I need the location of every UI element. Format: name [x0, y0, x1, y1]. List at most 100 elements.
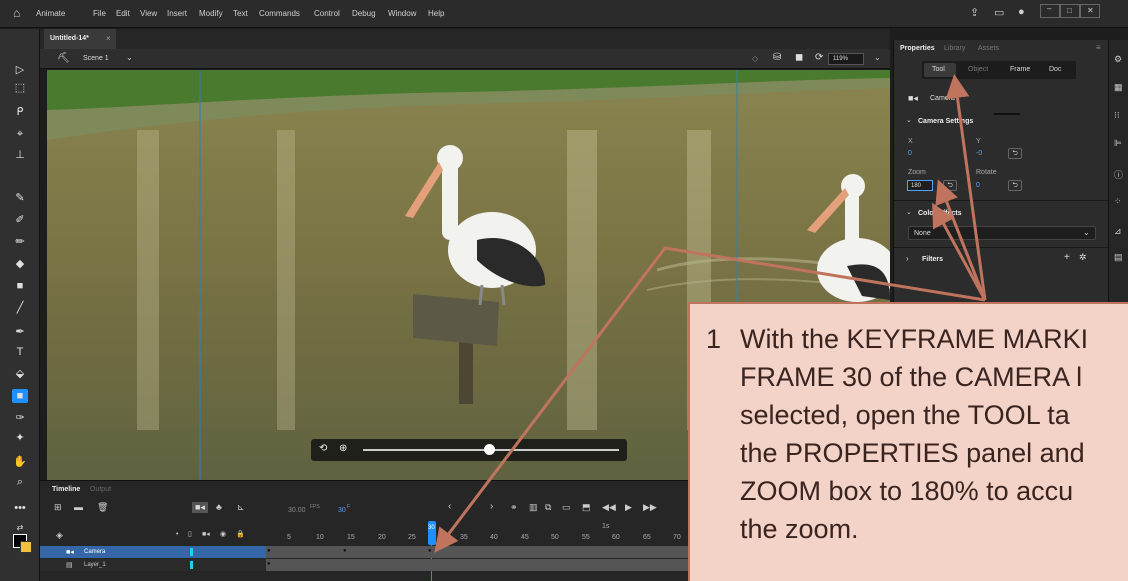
menu-insert[interactable]: Insert: [167, 9, 187, 18]
x-value[interactable]: 0: [908, 150, 912, 157]
visibility-icon[interactable]: ◉: [220, 530, 226, 538]
library-icon[interactable]: ⚙: [1114, 54, 1122, 65]
insert-frame-icon[interactable]: ⬒: [582, 502, 591, 513]
add-filter-icon[interactable]: +: [1064, 252, 1070, 263]
highlight-layers-icon[interactable]: •: [176, 531, 178, 538]
chevron-right-icon[interactable]: ›: [906, 254, 909, 263]
align-icon[interactable]: ⊫: [1114, 138, 1122, 149]
menu-window[interactable]: Window: [388, 9, 416, 18]
reset-rotate-icon[interactable]: ⮌: [1008, 180, 1022, 191]
assets-tab[interactable]: Assets: [978, 45, 999, 52]
menu-edit[interactable]: Edit: [116, 9, 130, 18]
delete-layer-icon[interactable]: 🗑: [97, 502, 108, 513]
lasso-tool-icon[interactable]: ᑭ: [12, 105, 28, 119]
new-layer-icon[interactable]: ⊞: [54, 502, 62, 513]
playhead[interactable]: 30: [428, 521, 436, 545]
chevron-down-icon[interactable]: ⌄: [906, 208, 912, 216]
prev-keyframe-icon[interactable]: ‹: [448, 501, 451, 512]
y-value[interactable]: -0: [976, 150, 982, 157]
assets-icon[interactable]: ▦: [1114, 82, 1123, 93]
home-icon[interactable]: ⌂: [13, 6, 20, 20]
bone-tool-icon[interactable]: ⊥: [12, 148, 28, 162]
frame-subtab[interactable]: Frame: [1010, 66, 1030, 73]
output-tab[interactable]: Output: [90, 486, 111, 493]
transform-tool-icon[interactable]: ⌖: [12, 127, 28, 141]
workspace-icon[interactable]: ▭: [994, 6, 1004, 19]
edit-multiple-icon[interactable]: ▥: [529, 502, 538, 513]
close-window-button[interactable]: ✕: [1080, 4, 1100, 18]
menu-view[interactable]: View: [140, 9, 157, 18]
minimize-button[interactable]: –: [1040, 4, 1060, 18]
paint-brush-icon[interactable]: ✐: [12, 213, 28, 227]
chevron-down-icon[interactable]: ⌄: [126, 53, 133, 62]
step-back-icon[interactable]: ◀◀: [602, 502, 616, 513]
subselection-tool-icon[interactable]: ⬚: [12, 81, 28, 95]
swap-colors-icon[interactable]: ⇄: [12, 521, 28, 535]
more-tools-icon[interactable]: •••: [12, 501, 28, 515]
color-effect-select[interactable]: None ⌄: [908, 226, 1096, 240]
tool-subtab[interactable]: Tool: [932, 66, 945, 73]
document-tab[interactable]: Untitled-14* ×: [44, 29, 116, 49]
brush-tool-icon[interactable]: ✎: [12, 191, 28, 205]
menu-modify[interactable]: Modify: [199, 9, 223, 18]
camera-toggle-icon[interactable]: ■◂: [192, 502, 208, 513]
layer-row-camera[interactable]: ■◂ Camera ● ● ●: [40, 546, 690, 558]
slider-thumb[interactable]: [484, 444, 495, 455]
camera-layer-icon[interactable]: ■◂: [202, 530, 210, 538]
keyframe-marker[interactable]: ●: [343, 548, 347, 554]
new-folder-icon[interactable]: ▬: [74, 502, 83, 512]
pen-tool-icon[interactable]: ✒: [12, 325, 28, 339]
camera-zoom-icon[interactable]: ⊕: [339, 443, 347, 454]
lock-icon[interactable]: 🔒: [236, 530, 245, 538]
chevron-down-icon[interactable]: ⌄: [906, 116, 912, 124]
layer-depth-icon[interactable]: ⊾: [237, 502, 245, 513]
layer-row-layer1[interactable]: ▤ Layer_1 ●: [40, 559, 690, 571]
camera-tool-icon[interactable]: ■: [12, 389, 28, 403]
zoom-level-field[interactable]: 119%: [828, 53, 864, 65]
loop-icon[interactable]: ▭: [562, 502, 571, 513]
timeline-tab[interactable]: Timeline: [52, 486, 80, 493]
clip-content-icon[interactable]: ⛁: [773, 52, 781, 63]
zoom-dropdown-icon[interactable]: ⌄: [874, 53, 881, 62]
close-tab-icon[interactable]: ×: [106, 34, 111, 43]
line-tool-icon[interactable]: ╱: [12, 301, 28, 315]
info-icon[interactable]: ⓘ: [1114, 168, 1123, 181]
menu-commands[interactable]: Commands: [259, 9, 300, 18]
zoom-tool-icon[interactable]: ⌕: [12, 475, 28, 489]
frame-ruler[interactable]: 1s 5 10 15 20 25 35 40 45 50 55 60 65 70: [268, 523, 690, 545]
text-tool-icon[interactable]: T: [12, 345, 28, 359]
menu-control[interactable]: Control: [314, 9, 340, 18]
doc-subtab[interactable]: Doc: [1049, 66, 1061, 73]
paint-bucket-icon[interactable]: ⬙: [12, 367, 28, 381]
keyframe-marker[interactable]: ●: [267, 548, 271, 554]
scene-label[interactable]: Scene 1: [83, 55, 109, 62]
camera-frame-icon[interactable]: ⧉: [545, 502, 551, 513]
hand-tool-icon[interactable]: ✋: [12, 455, 28, 469]
layer-parenting-icon[interactable]: ♣: [216, 502, 222, 512]
transform-icon[interactable]: ⊿: [1114, 226, 1122, 237]
properties-tab[interactable]: Properties: [900, 45, 935, 52]
panel-menu-icon[interactable]: ≡: [1096, 43, 1101, 52]
zoom-input[interactable]: 180: [907, 180, 933, 191]
menu-debug[interactable]: Debug: [352, 9, 376, 18]
reset-position-icon[interactable]: ⮌: [1008, 148, 1022, 159]
share-icon[interactable]: ⇪: [970, 6, 979, 19]
menu-help[interactable]: Help: [428, 9, 444, 18]
eyedropper-tool-icon[interactable]: ✑: [12, 411, 28, 425]
swatches-icon[interactable]: ▤: [1114, 252, 1123, 263]
camera-frame-span[interactable]: [266, 546, 690, 558]
pencil-tool-icon[interactable]: ✏: [12, 235, 28, 249]
play-button-icon[interactable]: ▶: [625, 502, 632, 513]
object-subtab[interactable]: Object: [968, 66, 988, 73]
components-icon[interactable]: ⁝⁝: [1114, 110, 1120, 121]
step-forward-icon[interactable]: ▶▶: [643, 502, 657, 513]
keyframe-marker[interactable]: ●: [267, 561, 271, 567]
library-tab[interactable]: Library: [944, 45, 965, 52]
fps-value[interactable]: 30.00: [288, 507, 306, 514]
motion-icon[interactable]: ⁘: [1114, 196, 1122, 207]
play-icon[interactable]: ●: [1018, 6, 1025, 18]
reset-zoom-icon[interactable]: ⮌: [943, 180, 957, 191]
selection-tool-icon[interactable]: ▷: [12, 63, 28, 77]
camera-rotate-icon[interactable]: ⟲: [319, 443, 327, 454]
fill-color-swatch[interactable]: [20, 541, 32, 553]
